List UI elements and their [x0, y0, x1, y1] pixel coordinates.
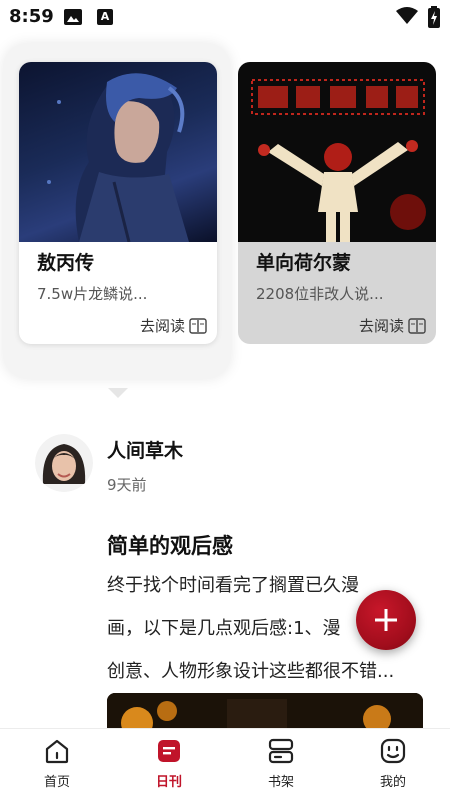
read-button-label: 去阅读: [358, 317, 404, 335]
status-time: 8:59: [9, 6, 54, 27]
nav-item-home[interactable]: 首页: [17, 737, 97, 797]
a-icon: A: [97, 9, 113, 25]
nav-label: 我的: [379, 775, 406, 790]
post-image[interactable]: [107, 693, 423, 733]
author-name[interactable]: 人间草木: [107, 436, 183, 463]
featured-carousel[interactable]: 敖丙传 7.5w片龙鳞说... 去阅读 单向荷尔蒙 2208位非改人说... 去…: [0, 44, 450, 398]
read-button[interactable]: 去阅读: [140, 315, 207, 336]
comic-card-hormone[interactable]: 单向荷尔蒙 2208位非改人说... 去阅读: [238, 62, 436, 344]
daily-icon: [158, 740, 180, 762]
home-icon: [45, 739, 69, 764]
avatar[interactable]: [35, 434, 93, 492]
card-title: 敖丙传: [37, 252, 95, 274]
plus-icon: [375, 609, 397, 631]
comic-cover-image: [238, 62, 436, 242]
nav-item-daily[interactable]: 日刊: [129, 737, 209, 797]
battery-icon: [428, 6, 440, 28]
nav-label: 书架: [267, 775, 294, 790]
book-icon: [408, 317, 426, 334]
nav-item-profile[interactable]: 我的: [353, 737, 433, 797]
nav-label: 日刊: [155, 775, 182, 790]
card-title: 单向荷尔蒙: [256, 252, 352, 274]
comic-cover-image: [19, 62, 217, 242]
post-body-line: 创意、人物形象设计这些都很不错...: [107, 661, 395, 682]
profile-icon: [380, 738, 406, 764]
nav-label: 首页: [43, 775, 70, 790]
wifi-icon: [396, 7, 418, 24]
post-timestamp: 9天前: [107, 476, 147, 494]
post-title[interactable]: 简单的观后感: [107, 530, 233, 560]
pointer-tip: [108, 388, 128, 398]
bookshelf-icon: [268, 738, 294, 764]
image-icon: [64, 9, 82, 25]
card-subtitle: 2208位非改人说...: [256, 285, 384, 303]
status-bar: 8:59 A: [0, 0, 450, 36]
read-button-label: 去阅读: [139, 317, 185, 335]
create-post-button[interactable]: [356, 590, 416, 650]
book-icon: [189, 317, 207, 334]
nav-item-bookshelf[interactable]: 书架: [241, 737, 321, 797]
comic-card-aobing[interactable]: 敖丙传 7.5w片龙鳞说... 去阅读: [19, 62, 217, 344]
card-subtitle: 7.5w片龙鳞说...: [37, 285, 148, 303]
read-button[interactable]: 去阅读: [359, 315, 426, 336]
bottom-nav: 首页 日刊 书架 我的: [0, 728, 450, 801]
